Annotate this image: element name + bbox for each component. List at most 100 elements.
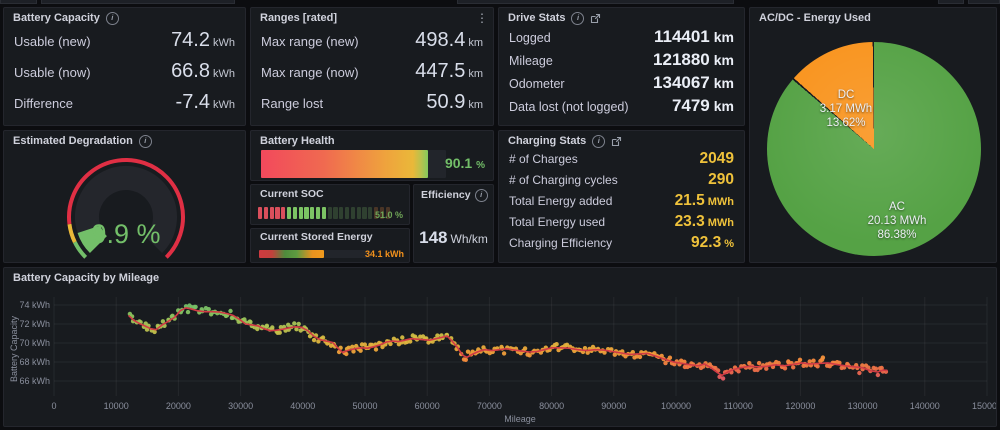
x-tick-label: 20000 — [166, 401, 191, 411]
stat-row: Total Energy added21.5MWh — [509, 192, 734, 210]
soc-segment — [339, 207, 343, 219]
stat-value: 290 — [708, 171, 734, 189]
info-icon[interactable]: i — [571, 12, 584, 25]
gauge-value: 9.9 % — [91, 219, 160, 249]
x-tick-label: 60000 — [415, 401, 440, 411]
stat-unit: km — [468, 99, 483, 111]
panel-title[interactable]: Current SOC — [260, 188, 324, 200]
y-tick-label: 72 kWh — [19, 319, 50, 329]
panel-menu-icon[interactable]: ⋮ — [476, 11, 488, 25]
panel-title[interactable]: Efficiency — [421, 189, 471, 201]
stat-value: 7479km — [672, 96, 734, 116]
x-axis-label: Mileage — [504, 414, 536, 424]
panel-title[interactable]: Estimated Degradation — [13, 135, 133, 147]
stat-unit: km — [714, 29, 734, 45]
stat-unit: km — [714, 52, 734, 68]
x-tick-label: 50000 — [352, 401, 377, 411]
pie-label-ac: AC 20.13 MWh 86.38% — [847, 200, 947, 242]
stat-unit: kWh — [213, 68, 235, 80]
panel-estimated-degradation: Estimated Degradation i 9.9 % — [3, 130, 246, 263]
health-bar-track[interactable] — [261, 150, 446, 178]
x-tick-label: 80000 — [539, 401, 564, 411]
y-tick-label: 74 kWh — [19, 300, 50, 310]
stat-unit: MWh — [708, 196, 734, 208]
stat-value: 134067km — [653, 73, 734, 93]
panel-title[interactable]: Charging Stats — [508, 135, 586, 147]
panel-title[interactable]: AC/DC - Energy Used — [759, 12, 871, 24]
stat-row: Logged114401km — [509, 27, 734, 47]
stat-value: 21.5MWh — [675, 192, 734, 210]
x-tick-label: 140000 — [910, 401, 940, 411]
panel-title[interactable]: Drive Stats — [508, 12, 565, 24]
energy-value: 34.1 kWh — [365, 249, 404, 259]
gauge-chart[interactable]: 9.9 % — [4, 147, 246, 263]
cropped-toolbar-fragment[interactable] — [938, 0, 964, 4]
stat-value: 447.5km — [415, 60, 483, 83]
efficiency-value: 148Wh/km — [414, 228, 493, 248]
external-link-icon[interactable] — [611, 136, 622, 147]
soc-segment — [275, 207, 279, 219]
soc-segment — [264, 207, 268, 219]
soc-segment — [328, 207, 332, 219]
energy-bar-fill — [259, 250, 324, 258]
panel-title[interactable]: Current Stored Energy — [260, 231, 373, 243]
trend-line — [129, 308, 888, 376]
stat-label: Mileage — [509, 54, 553, 68]
x-tick-label: 30000 — [228, 401, 253, 411]
stat-value: 92.3% — [691, 234, 734, 252]
info-icon[interactable]: i — [139, 135, 152, 148]
cropped-toolbar-fragment[interactable] — [0, 0, 37, 4]
soc-segment — [351, 207, 355, 219]
panel-title[interactable]: Battery Capacity — [13, 12, 100, 24]
panel-stored-energy: Current Stored Energy 34.1 kWh — [250, 228, 410, 263]
stat-unit: km — [468, 68, 483, 80]
scatter-chart[interactable]: 66 kWh68 kWh70 kWh72 kWh74 kWh0100002000… — [4, 285, 997, 427]
stat-row: Mileage 121880km — [509, 50, 734, 70]
stat-label: Max range (new) — [261, 34, 359, 49]
health-bar-fill — [261, 150, 428, 178]
stat-label: Usable (now) — [14, 65, 91, 80]
stat-value: -7.4kWh — [176, 91, 235, 114]
y-tick-label: 66 kWh — [19, 376, 50, 386]
stat-row: Data lost (not logged)7479km — [509, 96, 734, 116]
energy-bar-track[interactable] — [259, 250, 371, 258]
stat-value: 498.4km — [415, 29, 483, 52]
info-icon[interactable]: i — [106, 12, 119, 25]
stat-unit: km — [714, 75, 734, 91]
stat-unit: km — [468, 37, 483, 49]
info-icon[interactable]: i — [592, 135, 605, 148]
stat-row: Charging Efficiency92.3% — [509, 234, 734, 252]
y-axis-label: Battery Capacity — [9, 315, 19, 382]
stat-rows: Max range (new)498.4kmMax range (now)447… — [251, 25, 493, 124]
stat-label: Odometer — [509, 77, 565, 91]
stat-row: Difference-7.4kWh — [14, 91, 235, 114]
panel-title[interactable]: Ranges [rated] — [260, 12, 337, 24]
panel-ranges: Ranges [rated] ⋮ Max range (new)498.4kmM… — [250, 7, 494, 126]
x-tick-label: 110000 — [724, 401, 753, 411]
info-icon[interactable]: i — [475, 189, 488, 202]
stat-label: Range lost — [261, 96, 323, 111]
soc-segment — [293, 207, 297, 219]
soc-segment-bar[interactable] — [258, 207, 390, 219]
panel-battery-capacity: Battery Capacityi Usable (new)74.2kWhUsa… — [3, 7, 246, 126]
cropped-toolbar-fragment[interactable] — [41, 0, 235, 4]
x-tick-label: 100000 — [661, 401, 691, 411]
external-link-icon[interactable] — [590, 13, 601, 24]
panel-drive-stats: Drive Stats i Logged114401km Mileage 121880… — [498, 7, 745, 126]
panel-title[interactable]: Battery Health — [260, 135, 335, 147]
cropped-toolbar-fragment[interactable] — [457, 0, 734, 4]
panel-charging-stats: Charging Statsi # of Charges2049# of Cha… — [498, 130, 745, 263]
soc-segment — [345, 207, 349, 219]
stat-value: 121880km — [653, 50, 734, 70]
panel-title[interactable]: Battery Capacity by Mileage — [13, 272, 159, 284]
dashboard: Battery Capacityi Usable (new)74.2kWhUsa… — [0, 0, 1000, 430]
cropped-toolbar-fragment[interactable] — [968, 0, 1000, 4]
x-tick-label: 120000 — [785, 401, 815, 411]
soc-segment — [368, 207, 372, 219]
stat-row: Usable (now)66.8kWh — [14, 60, 235, 83]
soc-segment — [316, 207, 320, 219]
stat-value: 114401km — [654, 27, 734, 47]
stat-row: # of Charges2049 — [509, 150, 734, 168]
x-tick-label: 10000 — [104, 401, 129, 411]
x-tick-label: 0 — [51, 401, 56, 411]
